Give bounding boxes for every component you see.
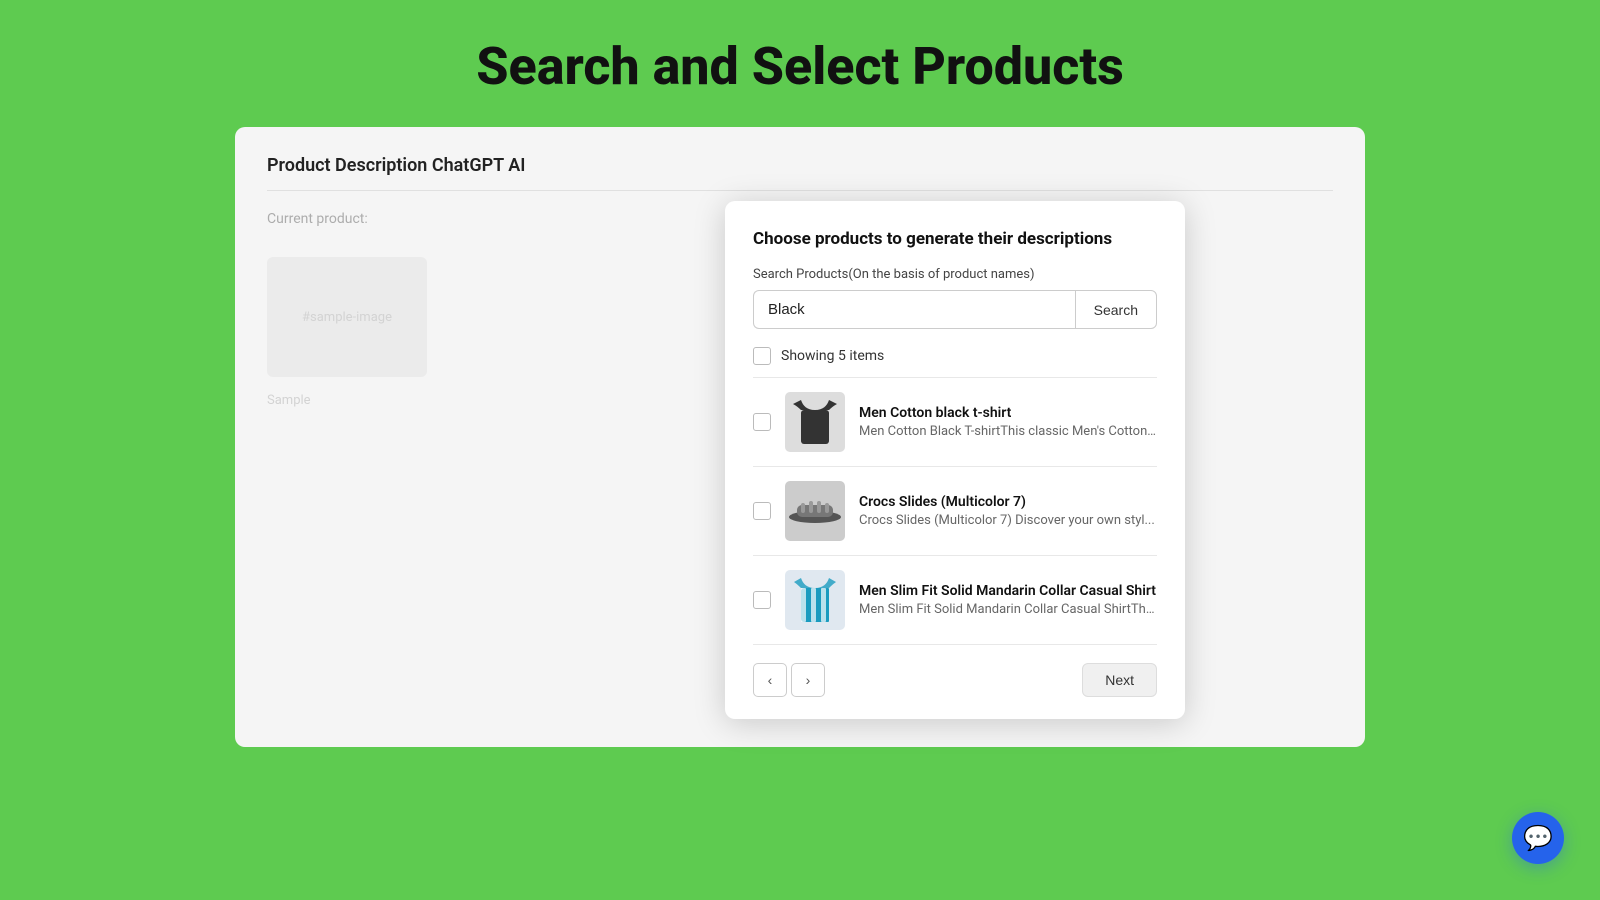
product-modal: Choose products to generate their descri… — [725, 201, 1185, 719]
next-button[interactable]: Next — [1082, 663, 1157, 697]
sample-image-text: #sample-image — [302, 310, 392, 325]
product-desc-3: Men Slim Fit Solid Mandarin Collar Casua… — [859, 602, 1157, 617]
product-info-3: Men Slim Fit Solid Mandarin Collar Casua… — [859, 583, 1157, 617]
items-count: Showing 5 items — [781, 348, 884, 364]
next-page-button[interactable]: › — [791, 663, 825, 697]
modal-overlay: Choose products to generate their descri… — [567, 201, 1343, 719]
product-info-1: Men Cotton black t-shirt Men Cotton Blac… — [859, 405, 1157, 439]
product-list: Men Cotton black t-shirt Men Cotton Blac… — [753, 377, 1157, 645]
product-name-1: Men Cotton black t-shirt — [859, 405, 1157, 421]
search-button[interactable]: Search — [1075, 290, 1157, 329]
items-header: Showing 5 items — [753, 347, 1157, 367]
page-title: Search and Select Products — [0, 0, 1600, 127]
chat-icon: 💬 — [1523, 824, 1553, 852]
search-label: Search Products(On the basis of product … — [753, 267, 1157, 282]
app-header: Product Description ChatGPT AI — [267, 155, 1333, 191]
product-name-3: Men Slim Fit Solid Mandarin Collar Casua… — [859, 583, 1157, 599]
modal-title: Choose products to generate their descri… — [753, 229, 1157, 249]
app-body: Current product: #sample-image Sample Ch… — [267, 211, 1333, 408]
product-name-2: Crocs Slides (Multicolor 7) — [859, 494, 1157, 510]
list-item: Crocs Slides (Multicolor 7) Crocs Slides… — [753, 467, 1157, 556]
product-info-2: Crocs Slides (Multicolor 7) Crocs Slides… — [859, 494, 1157, 528]
product-image-1 — [785, 392, 845, 452]
product-image-2 — [785, 481, 845, 541]
search-input[interactable] — [753, 290, 1075, 329]
list-item: Men Cotton black t-shirt Men Cotton Blac… — [753, 378, 1157, 467]
product-image-3 — [785, 570, 845, 630]
search-row: Search — [753, 290, 1157, 329]
product-checkbox-1[interactable] — [753, 413, 771, 431]
product-checkbox-3[interactable] — [753, 591, 771, 609]
select-all-checkbox[interactable] — [753, 347, 771, 365]
prev-page-button[interactable]: ‹ — [753, 663, 787, 697]
app-container: Product Description ChatGPT AI Current p… — [235, 127, 1365, 747]
product-checkbox-2[interactable] — [753, 502, 771, 520]
product-desc-2: Crocs Slides (Multicolor 7) Discover you… — [859, 513, 1157, 528]
chat-button[interactable]: 💬 — [1512, 812, 1564, 864]
sample-image: #sample-image — [267, 257, 427, 377]
pagination-row: ‹ › Next — [753, 663, 1157, 697]
list-item: Men Slim Fit Solid Mandarin Collar Casua… — [753, 556, 1157, 645]
pagination-arrows: ‹ › — [753, 663, 825, 697]
product-desc-1: Men Cotton Black T-shirtThis classic Men… — [859, 424, 1157, 439]
